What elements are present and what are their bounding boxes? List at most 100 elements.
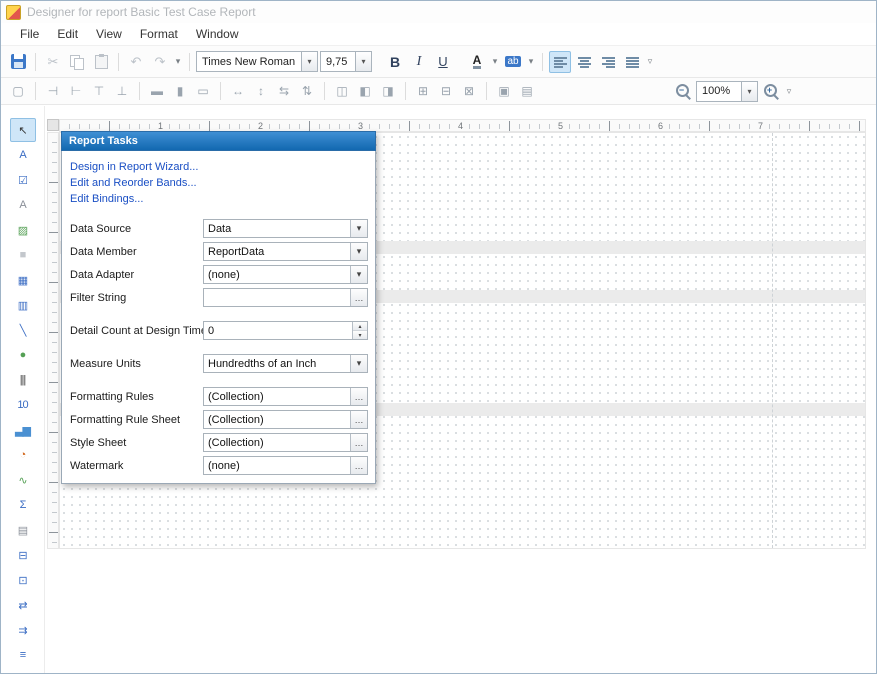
chevron-down-icon[interactable]: ▾ xyxy=(301,52,317,71)
toolbox-picture-box[interactable]: ▨ xyxy=(10,218,36,242)
layout-tool-button[interactable]: ⊟ xyxy=(435,80,457,102)
menu-view[interactable]: View xyxy=(87,24,131,44)
menu-file[interactable]: File xyxy=(11,24,48,44)
toolbox-shape[interactable]: ● xyxy=(10,343,36,367)
link-edit-bindings[interactable]: Edit Bindings... xyxy=(70,191,368,207)
chevron-down-icon[interactable]: ▾ xyxy=(350,220,367,237)
zoom-in-button[interactable]: + xyxy=(760,80,782,102)
font-color-button[interactable]: A xyxy=(466,51,488,73)
bold-button[interactable]: B xyxy=(384,51,406,73)
toolbox-line[interactable]: ╲ xyxy=(10,318,36,342)
toolbox-label[interactable]: A xyxy=(10,143,36,167)
ellipsis-button[interactable]: … xyxy=(350,289,367,306)
save-button[interactable] xyxy=(7,51,29,73)
toolbox-pivot-grid[interactable]: Σ xyxy=(10,493,36,517)
layout-tool-button[interactable]: ▬ xyxy=(146,80,168,102)
layout-tool-button[interactable]: ↕ xyxy=(250,80,272,102)
toolbox-rich-text[interactable]: A xyxy=(10,193,36,217)
toolbox-table[interactable]: ▦ xyxy=(10,268,36,292)
chevron-down-icon[interactable]: ▾ xyxy=(350,355,367,372)
layout-tool-button[interactable]: ▤ xyxy=(516,80,538,102)
watermark-field[interactable]: (none) … xyxy=(203,456,368,475)
data-member-combo[interactable]: ReportData ▾ xyxy=(203,242,368,261)
toolbox-page-break[interactable]: ⊟ xyxy=(10,543,36,567)
toolbox-bar-code[interactable]: ||| xyxy=(10,368,36,392)
layout-tool-button[interactable]: ◨ xyxy=(377,80,399,102)
underline-button[interactable]: U xyxy=(432,51,454,73)
data-source-combo[interactable]: Data ▾ xyxy=(203,219,368,238)
layout-tool-button[interactable]: ⊢ xyxy=(65,80,87,102)
highlight-dropdown[interactable]: ▾ xyxy=(526,56,536,67)
cut-button[interactable]: ✂ xyxy=(42,51,64,73)
layout-tool-button[interactable]: ▭ xyxy=(192,80,214,102)
style-sheet-field[interactable]: (Collection) … xyxy=(203,433,368,452)
layout-tool-button[interactable]: ◫ xyxy=(331,80,353,102)
zoom-level-combo[interactable]: 100% ▾ xyxy=(696,81,758,102)
font-name-combo[interactable]: Times New Roman ▾ xyxy=(196,51,318,72)
font-color-dropdown[interactable]: ▾ xyxy=(490,56,500,67)
zoom-dropdown[interactable]: ▿ xyxy=(784,86,794,97)
layout-tool-button[interactable]: ⇆ xyxy=(273,80,295,102)
ellipsis-button[interactable]: … xyxy=(350,411,367,428)
report-select-corner[interactable] xyxy=(47,119,59,131)
layout-tool-button[interactable]: ⇅ xyxy=(296,80,318,102)
toolbox-character-comb[interactable]: ▥ xyxy=(10,293,36,317)
toolbox-chart[interactable]: ▃▆ xyxy=(10,418,36,442)
data-adapter-combo[interactable]: (none) ▾ xyxy=(203,265,368,284)
italic-button[interactable]: I xyxy=(408,51,430,73)
toolbox-gauge[interactable]: ◔ xyxy=(10,443,36,467)
chevron-down-icon[interactable]: ▾ xyxy=(350,266,367,283)
undo-button[interactable]: ↶ xyxy=(125,51,147,73)
align-justify-button[interactable] xyxy=(621,51,643,73)
toolbox-sparkline[interactable]: ∿ xyxy=(10,468,36,492)
redo-button[interactable]: ↷ xyxy=(149,51,171,73)
chevron-down-icon[interactable]: ▾ xyxy=(741,82,757,101)
toolbox-table-of-contents[interactable]: ≡ xyxy=(10,643,36,667)
align-right-button[interactable] xyxy=(597,51,619,73)
layout-tool-button[interactable]: ▣ xyxy=(493,80,515,102)
layout-tool-button[interactable]: ⊥ xyxy=(111,80,133,102)
font-size-combo[interactable]: 9,75 ▾ xyxy=(320,51,372,72)
ellipsis-button[interactable]: … xyxy=(350,457,367,474)
toolbox-panel[interactable]: ■ xyxy=(10,243,36,267)
layout-tool-button[interactable]: ↔ xyxy=(227,80,249,102)
menu-window[interactable]: Window xyxy=(187,24,248,44)
filter-string-field[interactable]: … xyxy=(203,288,368,307)
layout-tool-button[interactable]: ▢ xyxy=(7,80,29,102)
layout-tool-button[interactable]: ⊠ xyxy=(458,80,480,102)
toolbox-cross-band-line[interactable]: ⇄ xyxy=(10,593,36,617)
toolbox-check-box[interactable]: ☑ xyxy=(10,168,36,192)
detail-count-spinner[interactable]: 0 ▴ ▾ xyxy=(203,321,368,340)
link-edit-and-reorder-bands[interactable]: Edit and Reorder Bands... xyxy=(70,175,368,191)
link-design-in-report-wizard[interactable]: Design in Report Wizard... xyxy=(70,159,368,175)
layout-tool-button[interactable]: ◧ xyxy=(354,80,376,102)
ellipsis-button[interactable]: … xyxy=(350,388,367,405)
spin-down-icon[interactable]: ▾ xyxy=(353,330,367,339)
paste-button[interactable] xyxy=(90,51,112,73)
toolbox-pointer[interactable]: ↖ xyxy=(10,118,36,142)
chevron-down-icon[interactable]: ▾ xyxy=(350,243,367,260)
zoom-out-button[interactable]: − xyxy=(672,80,694,102)
toolbar-overflow-button[interactable]: ▿ xyxy=(645,56,655,67)
formatting-rule-sheet-field[interactable]: (Collection) … xyxy=(203,410,368,429)
formatting-rules-field[interactable]: (Collection) … xyxy=(203,387,368,406)
ellipsis-button[interactable]: … xyxy=(350,434,367,451)
spin-up-icon[interactable]: ▴ xyxy=(353,322,367,330)
highlight-color-button[interactable]: ab xyxy=(502,51,524,73)
layout-tool-button[interactable]: ▮ xyxy=(169,80,191,102)
align-center-button[interactable] xyxy=(573,51,595,73)
redo-dropdown[interactable]: ▾ xyxy=(173,56,183,67)
measure-units-combo[interactable]: Hundredths of an Inch ▾ xyxy=(203,354,368,373)
copy-button[interactable] xyxy=(66,51,88,73)
toolbox-page-info[interactable]: ▤ xyxy=(10,518,36,542)
layout-tool-button[interactable]: ⊣ xyxy=(42,80,64,102)
menu-format[interactable]: Format xyxy=(131,24,187,44)
align-left-button[interactable] xyxy=(549,51,571,73)
toolbox-cross-band-box[interactable]: ⇉ xyxy=(10,618,36,642)
layout-tool-button[interactable]: ⊤ xyxy=(88,80,110,102)
chevron-down-icon[interactable]: ▾ xyxy=(355,52,371,71)
toolbox-sub-report[interactable]: ⊡ xyxy=(10,568,36,592)
toolbox-zip-code[interactable]: 10 xyxy=(10,393,36,417)
menu-edit[interactable]: Edit xyxy=(48,24,87,44)
layout-tool-button[interactable]: ⊞ xyxy=(412,80,434,102)
